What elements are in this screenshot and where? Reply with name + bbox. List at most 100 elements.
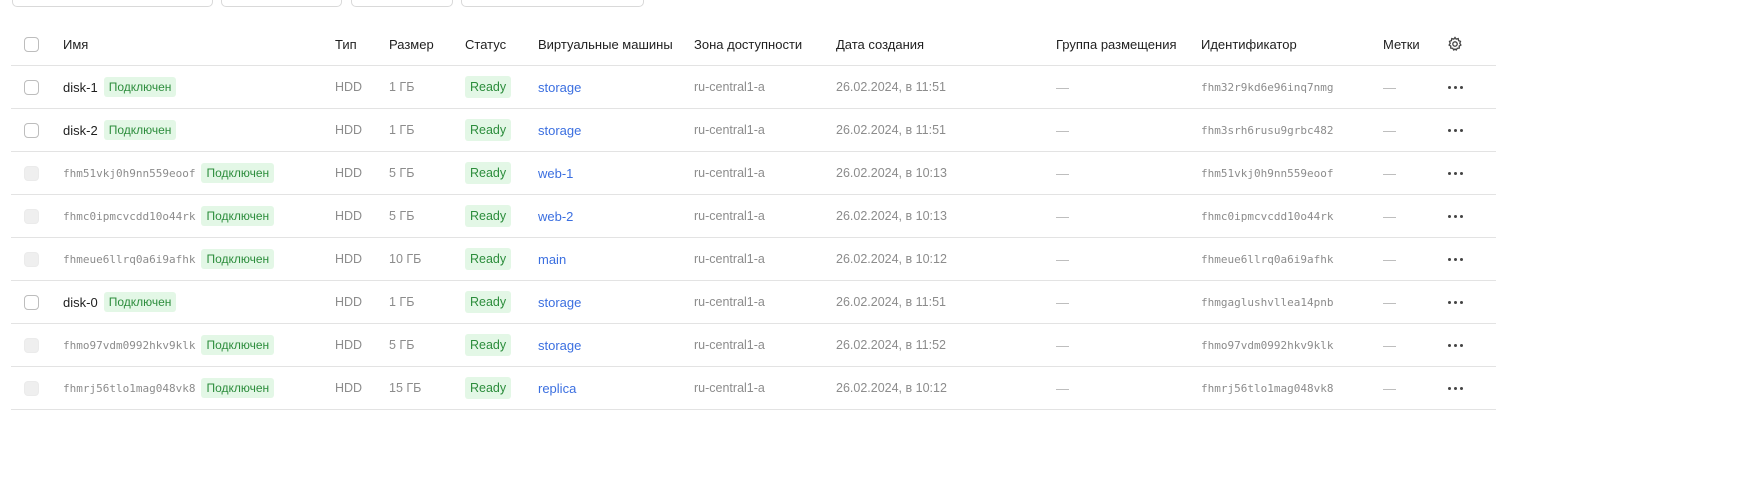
disk-type: HDD <box>335 252 363 266</box>
disk-name-cell: fhmrj56tlo1mag048vk8 Подключен <box>63 367 275 409</box>
table-row[interactable]: disk-2 Подключен HDD 1 ГБ Ready storage … <box>11 109 1496 152</box>
status-cell: Ready <box>465 66 512 108</box>
attached-badge: Подключен <box>201 335 275 355</box>
more-horizontal-icon <box>1447 171 1463 175</box>
disk-name-cell: fhm51vkj0h9nn559eoof Подключен <box>63 152 275 194</box>
row-select-cell <box>24 281 44 323</box>
disk-type: HDD <box>335 381 363 395</box>
column-header-id[interactable]: Идентификатор <box>1201 23 1297 65</box>
placement-group: — <box>1056 79 1069 95</box>
row-checkbox[interactable] <box>24 79 39 95</box>
disk-type: HDD <box>335 80 363 94</box>
disk-labels: — <box>1383 165 1396 181</box>
table-row[interactable]: fhmrj56tlo1mag048vk8 Подключен HDD 15 ГБ… <box>11 367 1496 410</box>
column-header-size[interactable]: Размер <box>389 23 434 65</box>
availability-zone: ru-central1-a <box>694 123 765 137</box>
column-header-vms[interactable]: Виртуальные машины <box>538 23 673 65</box>
column-header-placement-group[interactable]: Группа размещения <box>1056 23 1177 65</box>
row-actions-button[interactable] <box>1445 195 1465 237</box>
status-filter[interactable] <box>351 0 453 7</box>
disk-name[interactable]: disk-0 <box>63 295 98 310</box>
vm-link[interactable]: web-1 <box>538 166 573 181</box>
row-actions-button[interactable] <box>1445 367 1465 409</box>
status-badge: Ready <box>465 119 512 141</box>
disk-name[interactable]: fhmrj56tlo1mag048vk8 <box>63 382 195 395</box>
column-header-name[interactable]: Имя <box>63 23 88 65</box>
zone-filter[interactable] <box>461 0 644 7</box>
column-header-type[interactable]: Тип <box>335 23 357 65</box>
vm-link[interactable]: storage <box>538 123 581 138</box>
status-cell: Ready <box>465 281 512 323</box>
vm-link[interactable]: replica <box>538 381 576 396</box>
column-header-labels[interactable]: Метки <box>1383 23 1420 65</box>
row-actions-button[interactable] <box>1445 109 1465 151</box>
disk-size: 1 ГБ <box>389 123 415 137</box>
disk-name[interactable]: fhmc0ipmcvcdd10o44rk <box>63 210 195 223</box>
row-checkbox[interactable] <box>24 294 39 310</box>
disk-id: fhmrj56tlo1mag048vk8 <box>1201 381 1334 395</box>
created-date: 26.02.2024, в 10:12 <box>836 381 947 395</box>
table-row[interactable]: disk-0 Подключен HDD 1 ГБ Ready storage … <box>11 281 1496 324</box>
row-actions-button[interactable] <box>1445 152 1465 194</box>
row-actions-button[interactable] <box>1445 281 1465 323</box>
status-badge: Ready <box>465 377 512 399</box>
status-cell: Ready <box>465 238 512 280</box>
search-filter[interactable] <box>12 0 213 7</box>
vm-link[interactable]: storage <box>538 295 581 310</box>
status-badge: Ready <box>465 162 512 184</box>
row-select-cell <box>24 367 44 409</box>
placement-group: — <box>1056 208 1069 224</box>
table-row[interactable]: disk-1 Подключен HDD 1 ГБ Ready storage … <box>11 66 1496 109</box>
status-cell: Ready <box>465 109 512 151</box>
row-actions-button[interactable] <box>1445 66 1465 108</box>
vm-cell: replica <box>538 367 576 409</box>
disks-table: Имя Тип Размер Статус Виртуальные машины… <box>11 23 1496 410</box>
vm-cell: web-1 <box>538 152 573 194</box>
select-all-checkbox[interactable] <box>24 36 39 52</box>
row-select-cell <box>24 109 44 151</box>
row-actions-button[interactable] <box>1445 324 1465 366</box>
attached-badge: Подключен <box>201 378 275 398</box>
status-badge: Ready <box>465 248 512 270</box>
disk-type: HDD <box>335 338 363 352</box>
vm-link[interactable]: main <box>538 252 566 267</box>
disk-labels: — <box>1383 208 1396 224</box>
column-header-zone[interactable]: Зона доступности <box>694 23 802 65</box>
vm-link[interactable]: web-2 <box>538 209 573 224</box>
row-checkbox <box>24 337 39 353</box>
column-header-status[interactable]: Статус <box>465 23 506 65</box>
vm-link[interactable]: storage <box>538 338 581 353</box>
disk-id: fhm3srh6rusu9grbc482 <box>1201 123 1334 137</box>
disk-type: HDD <box>335 123 363 137</box>
disk-size: 1 ГБ <box>389 295 415 309</box>
vm-cell: main <box>538 238 566 280</box>
column-settings-button[interactable] <box>1445 23 1465 65</box>
placement-group: — <box>1056 122 1069 138</box>
column-header-created[interactable]: Дата создания <box>836 23 924 65</box>
disk-name[interactable]: fhmeue6llrq0a6i9afhk <box>63 253 195 266</box>
placement-group: — <box>1056 337 1069 353</box>
more-horizontal-icon <box>1447 85 1463 89</box>
table-row[interactable]: fhm51vkj0h9nn559eoof Подключен HDD 5 ГБ … <box>11 152 1496 195</box>
status-badge: Ready <box>465 291 512 313</box>
availability-zone: ru-central1-a <box>694 209 765 223</box>
availability-zone: ru-central1-a <box>694 338 765 352</box>
disk-name[interactable]: fhmo97vdm0992hkv9klk <box>63 339 195 352</box>
more-horizontal-icon <box>1447 214 1463 218</box>
table-row[interactable]: fhmeue6llrq0a6i9afhk Подключен HDD 10 ГБ… <box>11 238 1496 281</box>
row-checkbox[interactable] <box>24 122 39 138</box>
table-row[interactable]: fhmo97vdm0992hkv9klk Подключен HDD 5 ГБ … <box>11 324 1496 367</box>
disk-name[interactable]: disk-2 <box>63 123 98 138</box>
row-actions-button[interactable] <box>1445 238 1465 280</box>
status-badge: Ready <box>465 76 512 98</box>
vm-link[interactable]: storage <box>538 80 581 95</box>
table-row[interactable]: fhmc0ipmcvcdd10o44rk Подключен HDD 5 ГБ … <box>11 195 1496 238</box>
disk-type: HDD <box>335 209 363 223</box>
disk-labels: — <box>1383 79 1396 95</box>
disk-name[interactable]: fhm51vkj0h9nn559eoof <box>63 167 195 180</box>
row-select-cell <box>24 152 44 194</box>
disk-name[interactable]: disk-1 <box>63 80 98 95</box>
type-filter[interactable] <box>221 0 342 7</box>
disk-id: fhm32r9kd6e96inq7nmg <box>1201 80 1334 94</box>
attached-badge: Подключен <box>103 292 177 312</box>
